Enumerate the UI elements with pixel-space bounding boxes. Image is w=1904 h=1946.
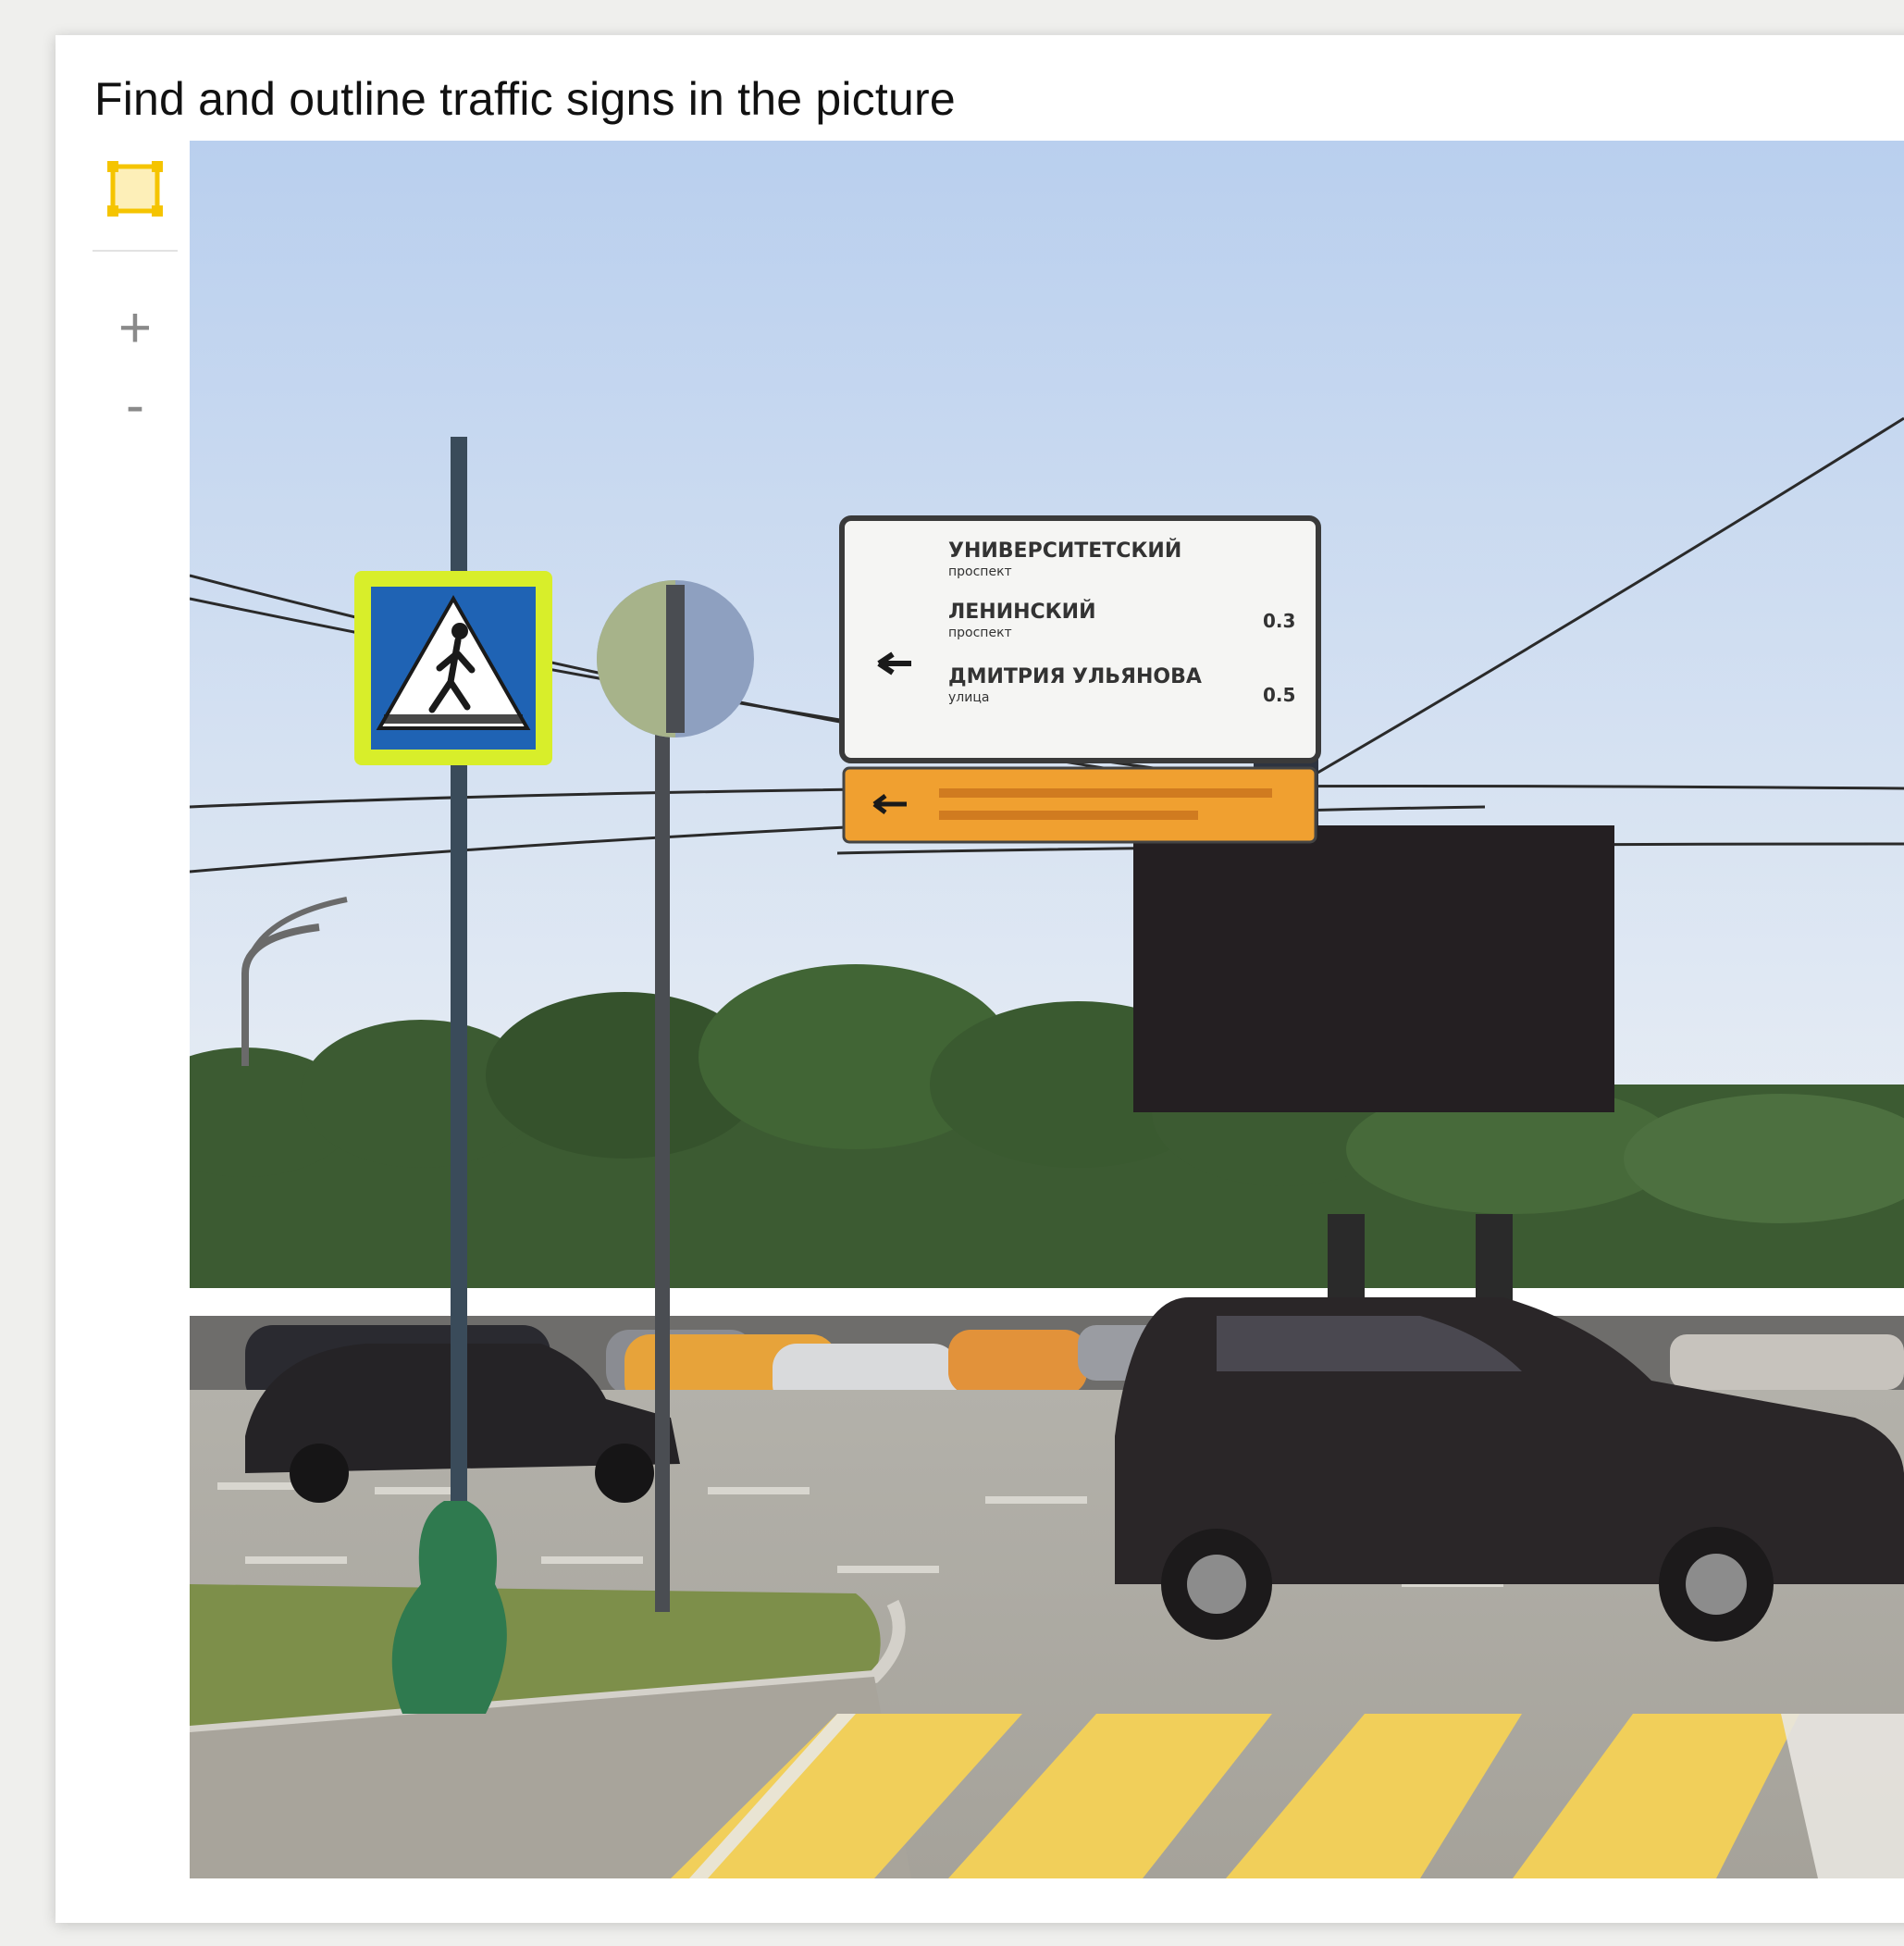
zoom-out-button[interactable]: - [109,378,161,442]
rectangle-tool-icon [107,161,163,217]
direction-sign-row-1-type: проспект [948,564,1012,579]
rectangle-tool-button[interactable] [102,155,168,222]
image-canvas[interactable]: УНИВЕРСИТЕТСКИЙ проспект ЛЕНИНСКИЙ просп… [190,141,1904,1878]
direction-sign-row-2-type: проспект [948,626,1012,640]
pole-middle [655,659,670,1612]
orange-detour-sign [842,766,1317,844]
task-prompt: Find and outline traffic signs in the pi… [94,73,956,125]
direction-sign-row-3-distance: 0.5 [1263,684,1295,706]
direction-sign-row-2-name: ЛЕНИНСКИЙ [948,600,1096,624]
direction-sign-row-2-distance: 0.3 [1263,610,1295,632]
direction-sign-row-3-name: ДМИТРИЯ УЛЬЯНОВА [948,665,1202,688]
zoom-in-button[interactable]: + [109,296,161,361]
direction-sign-row-1-name: УНИВЕРСИТЕТСКИЙ [948,539,1181,563]
round-sign-back [597,580,754,737]
street-photo: УНИВЕРСИТЕТСКИЙ проспект ЛЕНИНСКИЙ просп… [190,141,1904,1878]
direction-sign-row-3-type: улица [948,690,989,705]
toolbar-divider [93,250,178,252]
pedestrian-crossing-sign [354,571,552,765]
